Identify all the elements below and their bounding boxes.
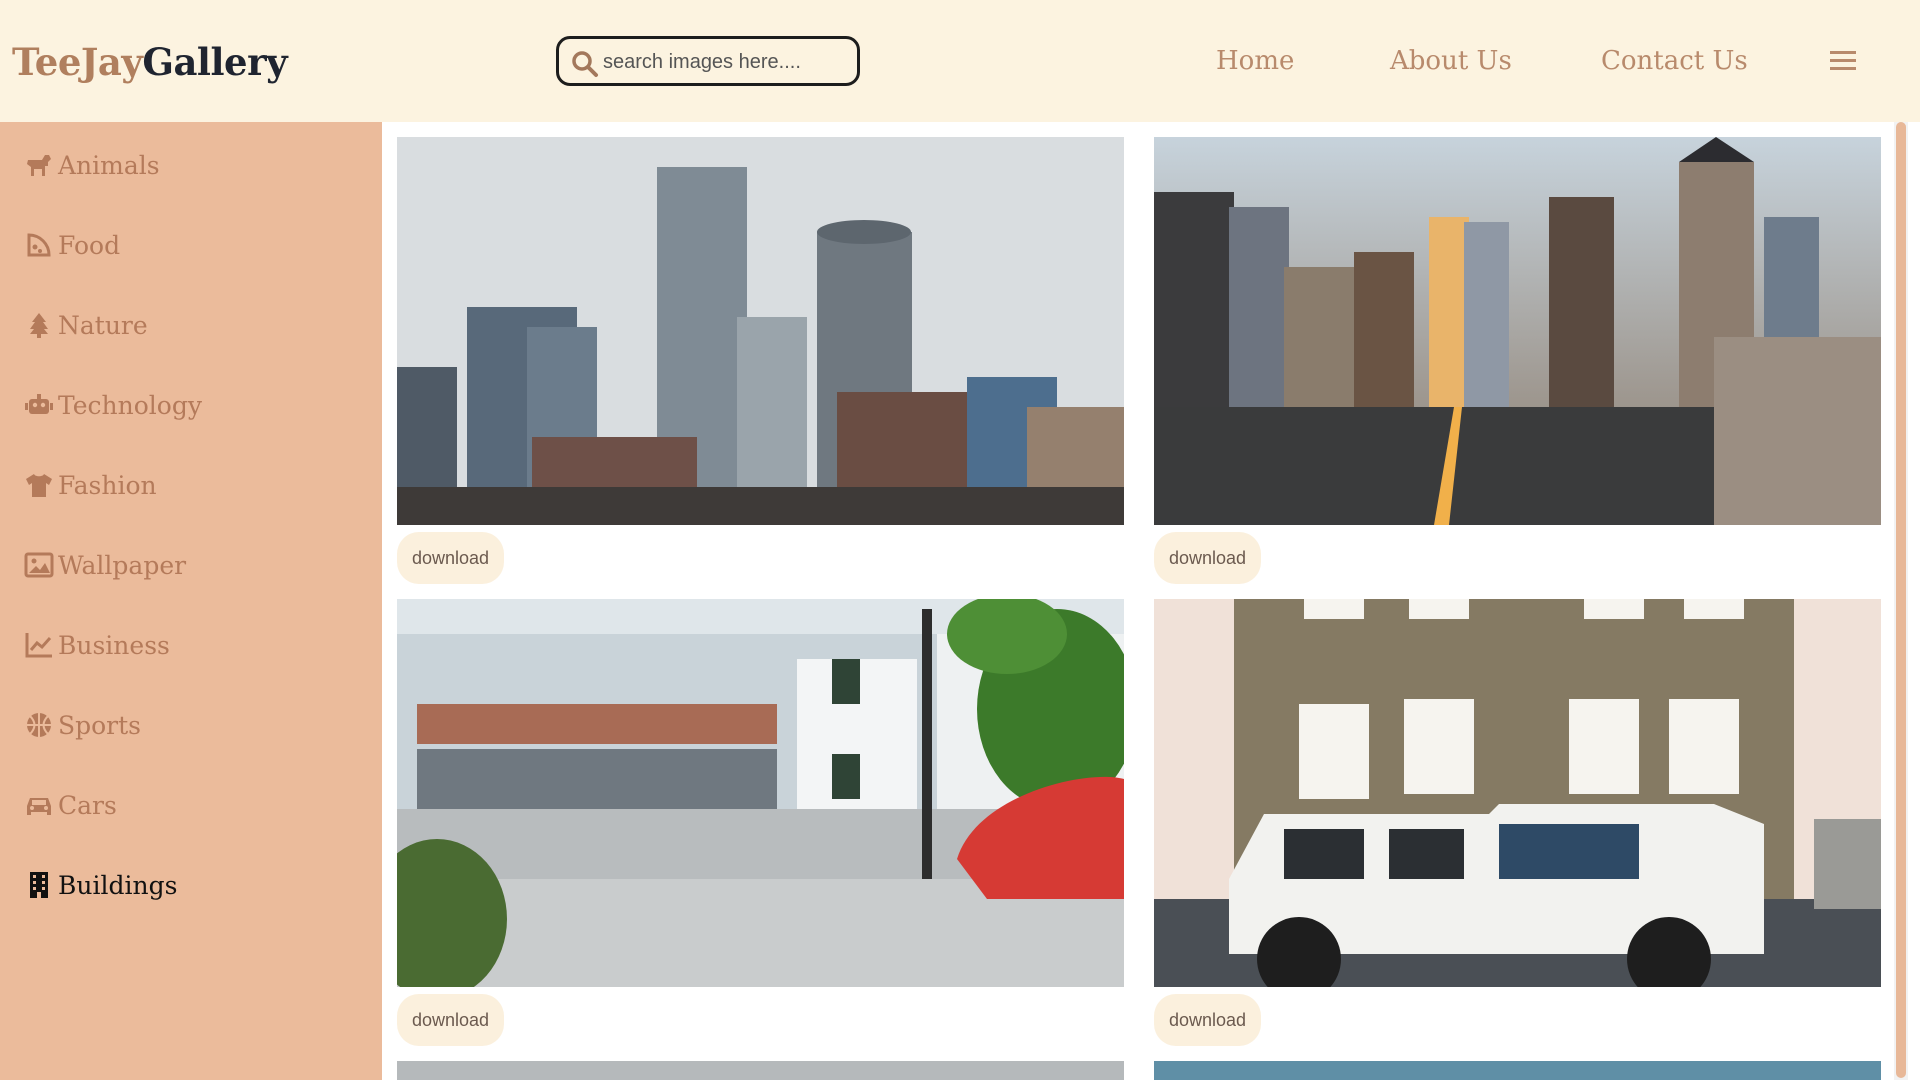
sidebar-item-business[interactable]: Business — [24, 625, 170, 665]
nav-home[interactable]: Home — [1216, 46, 1294, 76]
logo[interactable]: TeeJayGallery — [12, 40, 288, 84]
hamburger-menu-icon[interactable] — [1830, 50, 1856, 72]
logo-part2: Gallery — [142, 40, 288, 84]
dog-icon — [27, 155, 51, 176]
sidebar-item-label: Technology — [58, 390, 202, 420]
sidebar-item-label: Food — [58, 230, 121, 260]
robot-icon — [25, 394, 53, 414]
sidebar-item-fashion[interactable]: Fashion — [24, 465, 157, 505]
pizza-icon — [27, 233, 51, 257]
search-box — [556, 36, 860, 86]
shirt-icon — [26, 474, 52, 497]
building-photo[interactable] — [397, 1061, 1124, 1080]
basketball-icon — [27, 713, 51, 737]
download-button[interactable]: download — [1154, 532, 1261, 584]
building-photo[interactable] — [1154, 599, 1881, 987]
car-icon — [27, 798, 51, 815]
sidebar-item-wallpaper[interactable]: Wallpaper — [24, 545, 186, 585]
category-sidebar: Animals Food Nature Technology Fashion W… — [0, 122, 382, 1080]
header: TeeJayGallery Home About Us Contact Us — [0, 0, 1920, 122]
building-photo[interactable] — [397, 137, 1124, 525]
sidebar-item-cars[interactable]: Cars — [24, 785, 117, 825]
download-button[interactable]: download — [1154, 994, 1261, 1046]
image-icon — [24, 552, 54, 578]
tree-icon — [30, 313, 48, 338]
building-photo[interactable] — [1154, 1061, 1881, 1080]
sidebar-item-buildings[interactable]: Buildings — [24, 865, 177, 905]
logo-part1: TeeJay — [12, 40, 143, 84]
sidebar-item-sports[interactable]: Sports — [24, 705, 141, 745]
building-photo[interactable] — [397, 599, 1124, 987]
sidebar-item-food[interactable]: Food — [24, 225, 120, 265]
nav-contact-us[interactable]: Contact Us — [1601, 46, 1748, 76]
sidebar-item-nature[interactable]: Nature — [24, 305, 148, 345]
sidebar-item-label: Fashion — [58, 470, 157, 500]
scrollbar-thumb[interactable] — [1896, 122, 1906, 1078]
sidebar-item-label: Cars — [58, 790, 117, 820]
sidebar-item-label: Business — [58, 630, 170, 660]
sidebar-item-label: Nature — [58, 310, 148, 340]
sidebar-item-technology[interactable]: Technology — [24, 385, 202, 425]
sidebar-item-label: Sports — [58, 710, 142, 740]
sidebar-item-label: Wallpaper — [58, 550, 187, 580]
nav-about-us[interactable]: About Us — [1390, 46, 1512, 76]
sidebar-item-animals[interactable]: Animals — [24, 145, 160, 185]
download-button[interactable]: download — [397, 532, 504, 584]
building-photo[interactable] — [1154, 137, 1881, 525]
search-icon[interactable] — [571, 50, 599, 78]
download-button[interactable]: download — [397, 994, 504, 1046]
chart-line-icon — [25, 633, 52, 658]
search-input[interactable] — [603, 47, 847, 77]
sidebar-item-label: Buildings — [58, 870, 178, 900]
sidebar-item-label: Animals — [58, 150, 160, 180]
building-icon — [30, 872, 48, 898]
